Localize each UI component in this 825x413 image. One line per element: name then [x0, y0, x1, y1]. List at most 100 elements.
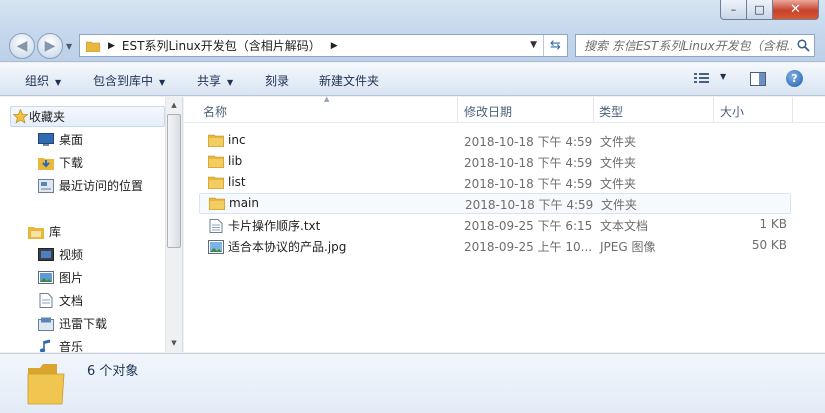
- library-icon: [28, 225, 44, 239]
- file-name: lib: [228, 154, 243, 168]
- column-header-size[interactable]: 大小: [720, 103, 744, 120]
- share-label: 共享: [197, 74, 222, 88]
- search-box[interactable]: 搜索 东信EST系列Linux开发包（含相...: [575, 34, 815, 57]
- minimize-button[interactable]: –: [720, 0, 747, 20]
- search-icon[interactable]: [792, 39, 814, 52]
- maximize-button[interactable]: □: [747, 0, 773, 20]
- sidebar-item-label: 桌面: [59, 133, 84, 147]
- download-folder-icon: [38, 156, 54, 170]
- scroll-down-icon[interactable]: ▼: [166, 336, 182, 351]
- view-options-button[interactable]: [694, 72, 710, 88]
- address-bar[interactable]: ▶ EST系列Linux开发包（含相片解码） ▶ ▼ ⇆: [79, 34, 568, 57]
- music-note-icon: [38, 339, 54, 352]
- include-in-library-menu[interactable]: 包含到库中 ▼: [93, 72, 165, 89]
- table-row[interactable]: lib 2018-10-18 下午 4:59 文件夹: [199, 151, 791, 172]
- column-header-name[interactable]: 名称: [203, 103, 227, 120]
- sidebar-item-music[interactable]: 音乐: [38, 336, 83, 352]
- column-divider[interactable]: [792, 97, 793, 123]
- table-row[interactable]: list 2018-10-18 下午 4:59 文件夹: [199, 172, 791, 193]
- window-controls: – □ ✕: [720, 0, 819, 20]
- sidebar-item-xunlei[interactable]: 迅雷下载: [38, 313, 107, 334]
- close-button[interactable]: ✕: [773, 0, 819, 20]
- organize-menu[interactable]: 组织 ▼: [25, 72, 61, 89]
- sidebar-item-label: 最近访问的位置: [59, 179, 144, 193]
- folder-icon: [208, 155, 224, 168]
- recent-places-icon: [38, 178, 54, 193]
- preview-pane-icon: [750, 72, 766, 86]
- file-date: 2018-10-18 下午 4:59: [464, 156, 593, 170]
- file-type: 文件夹: [600, 135, 637, 149]
- file-type: 文件夹: [600, 177, 637, 191]
- new-folder-button[interactable]: 新建文件夹: [319, 72, 379, 89]
- sidebar-item-label: 文档: [59, 294, 84, 308]
- sidebar-item-recent[interactable]: 最近访问的位置: [38, 175, 143, 196]
- forward-button[interactable]: ▶: [37, 33, 63, 59]
- sidebar-item-label: 视频: [59, 248, 84, 262]
- recent-pages-dropdown[interactable]: ▼: [66, 42, 72, 51]
- title-bar: – □ ✕ ◀ ▶ ▼ ▶ EST系列Linux开发包（含相片解码） ▶ ▼ ⇆…: [0, 0, 825, 62]
- item-count: 6 个对象: [87, 364, 139, 379]
- picture-library-icon: [38, 271, 54, 285]
- scroll-up-icon[interactable]: ▲: [166, 98, 182, 113]
- file-name-cell: inc: [208, 133, 246, 147]
- address-history-dropdown[interactable]: ▼: [530, 40, 537, 50]
- file-date: 2018-10-18 下午 4:59: [464, 135, 593, 149]
- sidebar-item-label: 音乐: [59, 340, 84, 352]
- table-row[interactable]: main 2018-10-18 下午 4:59 文件夹: [199, 193, 791, 214]
- sidebar-item-libraries[interactable]: 库: [28, 221, 61, 242]
- file-type: 文件夹: [601, 198, 638, 212]
- table-row[interactable]: 适合本协议的产品.jpg 2018-09-25 上午 10... JPEG 图像…: [199, 235, 791, 256]
- file-date: 2018-09-25 上午 10...: [464, 240, 593, 254]
- organize-label: 组织: [25, 74, 50, 88]
- command-bar: 组织 ▼ 包含到库中 ▼ 共享 ▼ 刻录 新建文件夹 ▼ ?: [0, 63, 825, 96]
- breadcrumb-chevron-icon[interactable]: ▶: [331, 41, 338, 51]
- sidebar-item-favorites[interactable]: 收藏夹: [10, 106, 165, 127]
- folder-icon: [209, 197, 225, 210]
- refresh-button[interactable]: ⇆: [543, 35, 567, 56]
- back-button[interactable]: ◀: [9, 33, 35, 59]
- breadcrumb-path[interactable]: EST系列Linux开发包（含相片解码）: [122, 37, 321, 54]
- column-divider[interactable]: [593, 97, 594, 123]
- column-divider[interactable]: [457, 97, 458, 123]
- breadcrumb-separator-icon[interactable]: ▶: [108, 41, 115, 51]
- text-file-icon: [209, 218, 223, 233]
- chevron-down-icon: ▼: [55, 78, 62, 87]
- search-input[interactable]: 搜索 东信EST系列Linux开发包（含相...: [584, 37, 792, 54]
- forward-arrow-icon: ▶: [44, 38, 56, 54]
- file-name: 卡片操作顺序.txt: [228, 219, 321, 233]
- share-menu[interactable]: 共享 ▼: [197, 72, 233, 89]
- sidebar-item-videos[interactable]: 视频: [38, 244, 83, 265]
- column-header-type[interactable]: 类型: [599, 103, 623, 120]
- table-row[interactable]: 卡片操作顺序.txt 2018-09-25 下午 6:15 文本文档 1 KB: [199, 214, 791, 235]
- file-name-cell: 适合本协议的产品.jpg: [208, 238, 346, 255]
- video-library-icon: [38, 248, 54, 262]
- scrollbar-thumb[interactable]: [167, 114, 181, 248]
- sidebar-item-pictures[interactable]: 图片: [38, 267, 83, 288]
- sidebar-item-label: 下载: [59, 156, 84, 170]
- file-name: main: [229, 196, 259, 210]
- sidebar-item-label: 图片: [59, 271, 84, 285]
- burn-button[interactable]: 刻录: [265, 72, 289, 89]
- file-list: ▲ 名称 修改日期 类型 大小 inc 2018-10-18 下午 4:59 文…: [184, 95, 825, 352]
- view-options-dropdown[interactable]: ▼: [720, 72, 726, 81]
- preview-pane-button[interactable]: [750, 72, 766, 89]
- file-date: 2018-10-18 下午 4:59: [464, 177, 593, 191]
- navigation-buttons: ◀ ▶ ▼: [9, 33, 72, 59]
- file-name: inc: [228, 133, 246, 147]
- document-library-icon: [38, 293, 54, 308]
- sidebar-item-documents[interactable]: 文档: [38, 290, 83, 311]
- file-name: 适合本协议的产品.jpg: [228, 240, 347, 254]
- column-header-modified[interactable]: 修改日期: [464, 103, 512, 120]
- help-button[interactable]: ?: [786, 70, 803, 87]
- sidebar-item-downloads[interactable]: 下载: [38, 152, 83, 173]
- back-arrow-icon: ◀: [16, 38, 28, 54]
- file-name-cell: lib: [208, 154, 242, 168]
- table-row[interactable]: inc 2018-10-18 下午 4:59 文件夹: [199, 130, 791, 151]
- sidebar-item-desktop[interactable]: 桌面: [38, 129, 83, 150]
- file-type: 文本文档: [600, 219, 649, 233]
- navigation-scrollbar[interactable]: ▲ ▼: [165, 97, 182, 352]
- refresh-icon: ⇆: [550, 38, 561, 53]
- column-divider[interactable]: [713, 97, 714, 123]
- desktop-icon: [38, 133, 54, 147]
- folder-icon: [27, 364, 65, 405]
